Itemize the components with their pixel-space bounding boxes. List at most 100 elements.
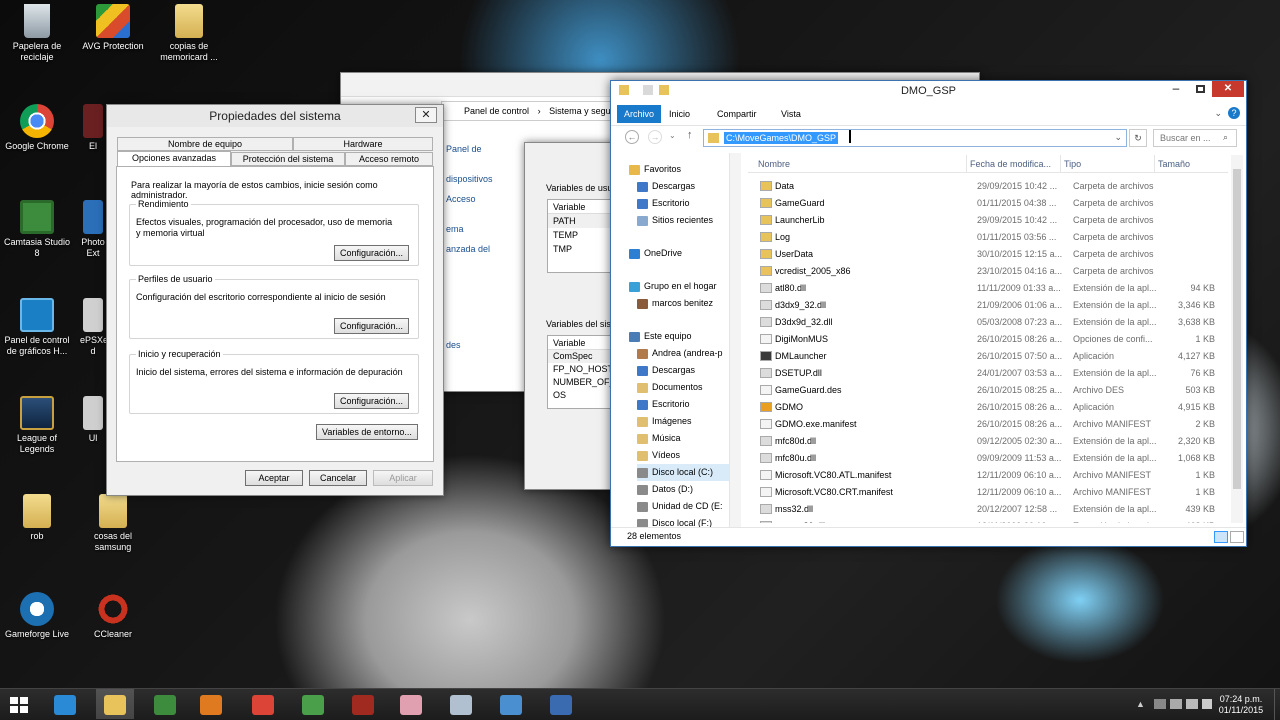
file-row[interactable]: atl80.dll 11/11/2009 01:33 a... Extensión …: [758, 280, 1228, 297]
details-view-icon[interactable]: [1214, 531, 1228, 543]
side-link[interactable]: dispositivos: [446, 169, 493, 189]
desktop-icon-intel[interactable]: Panel de control de gráficos H...: [2, 298, 72, 357]
breadcrumb-item[interactable]: Sistema y segu: [549, 106, 611, 116]
nav-item[interactable]: Favoritos: [629, 161, 681, 178]
tiles-view-icon[interactable]: [1230, 531, 1244, 543]
dialog-titlebar[interactable]: Propiedades del sistema ✕: [107, 105, 443, 127]
recent-dropdown-icon[interactable]: ⌄: [669, 131, 676, 140]
taskbar-app-game2[interactable]: [392, 689, 430, 719]
close-button[interactable]: ✕: [415, 107, 437, 123]
refresh-icon[interactable]: ↻: [1129, 129, 1147, 147]
file-row[interactable]: msvcm80.dll 12/11/2009 06:10 a... Extensió…: [758, 518, 1228, 523]
desktop-icon-partial-1[interactable]: El: [80, 104, 106, 152]
desktop-icon-gameforge[interactable]: Gameforge Live: [2, 592, 72, 640]
file-row[interactable]: UserData 30/10/2015 12:15 a... Carpeta de …: [758, 246, 1228, 263]
side-link[interactable]: des: [446, 335, 493, 355]
file-row[interactable]: DSETUP.dll 24/01/2007 03:53 a... Extensión…: [758, 365, 1228, 382]
start-button[interactable]: [10, 697, 28, 713]
ok-button[interactable]: Aceptar: [245, 470, 303, 486]
file-row[interactable]: GameGuard.des 26/10/2015 08:25 a... Archiv…: [758, 382, 1228, 399]
file-row[interactable]: d3dx9_32.dll 21/09/2006 01:06 a... Extensi…: [758, 297, 1228, 314]
breadcrumb-item[interactable]: Panel de control: [464, 106, 529, 116]
desktop-icon-partial-4[interactable]: Ul: [80, 396, 106, 444]
apply-button[interactable]: Aplicar: [373, 470, 433, 486]
side-link[interactable]: ema: [446, 219, 493, 239]
desktop-icon-rob[interactable]: rob: [2, 494, 72, 542]
profiles-settings-button[interactable]: Configuración...: [334, 318, 409, 334]
desktop-icon-recycle-bin[interactable]: Papelera de reciclaje: [2, 4, 72, 63]
tab-inicio[interactable]: Inicio: [669, 105, 690, 123]
desktop-icon-avg[interactable]: AVG Protection: [78, 4, 148, 52]
file-row[interactable]: LauncherLib 29/09/2015 10:42 ... Carpeta d…: [758, 212, 1228, 229]
taskbar-app-window3[interactable]: [542, 689, 580, 719]
desktop-icon-chrome[interactable]: Google Chrome: [2, 104, 72, 152]
show-desktop-button[interactable]: [1274, 689, 1280, 720]
taskbar-app-camtasia2[interactable]: [294, 689, 332, 719]
desktop-icon-samsung[interactable]: cosas del samsung: [78, 494, 148, 553]
column-name[interactable]: Nombre: [758, 155, 790, 173]
file-row[interactable]: mfc80u.dll 09/09/2009 11:53 a... Extensión…: [758, 450, 1228, 467]
taskbar-app-ie[interactable]: [46, 689, 84, 719]
side-link[interactable]: Panel de: [446, 139, 493, 159]
tab-nombre-equipo[interactable]: Nombre de equipo: [117, 137, 293, 151]
file-row[interactable]: mss32.dll 20/12/2007 12:58 ... Extensión d…: [758, 501, 1228, 518]
explorer-titlebar[interactable]: DMO_GSP – ✕: [611, 81, 1246, 101]
taskbar-app-window2[interactable]: [492, 689, 530, 719]
desktop-icon-camtasia[interactable]: Camtasia Studio 8: [2, 200, 72, 259]
tab-archivo[interactable]: Archivo: [617, 105, 661, 123]
address-path[interactable]: C:\MoveGames\DMO_GSP: [724, 132, 839, 144]
address-bar[interactable]: C:\MoveGames\DMO_GSP ⌄: [703, 129, 1127, 147]
side-link[interactable]: anzada del: [446, 239, 493, 259]
desktop-icon-partial-2[interactable]: Photo Ext: [80, 200, 106, 259]
file-row[interactable]: GDMO 26/10/2015 08:26 a... Aplicación 4,915…: [758, 399, 1228, 416]
file-row[interactable]: Data 29/09/2015 10:42 ... Carpeta de archi…: [758, 178, 1228, 195]
file-row[interactable]: vcredist_2005_x86 23/10/2015 04:16 a... Ca…: [758, 263, 1228, 280]
taskbar-app-camtasia[interactable]: [146, 689, 184, 719]
taskbar-app-explorer[interactable]: [96, 689, 134, 719]
desktop-icon-league[interactable]: League of Legends: [2, 396, 72, 455]
help-icon[interactable]: ?: [1228, 107, 1240, 119]
side-link[interactable]: Acceso: [446, 189, 493, 209]
close-button[interactable]: ✕: [1212, 81, 1244, 97]
file-row[interactable]: Log 01/11/2015 03:56 ... Carpeta de archiv…: [758, 229, 1228, 246]
chevron-down-icon[interactable]: ⌄: [1114, 132, 1122, 143]
file-row[interactable]: D3dx9d_32.dll 05/03/2008 07:23 a... Extens…: [758, 314, 1228, 331]
column-type[interactable]: Tipo: [1060, 155, 1081, 173]
taskbar-app-window1[interactable]: [442, 689, 480, 719]
show-hidden-icons-icon[interactable]: ▲: [1136, 699, 1145, 709]
file-row[interactable]: Microsoft.VC80.CRT.manifest 12/11/2009 06…: [758, 484, 1228, 501]
tab-acceso-remoto[interactable]: Acceso remoto: [345, 152, 433, 166]
file-row[interactable]: GDMO.exe.manifest 26/10/2015 08:26 a... Ar…: [758, 416, 1228, 433]
startup-settings-button[interactable]: Configuración...: [334, 393, 409, 409]
up-arrow-icon[interactable]: ↑: [687, 129, 693, 141]
file-row[interactable]: DMLauncher 26/10/2015 07:50 a... Aplicació…: [758, 348, 1228, 365]
minimize-button[interactable]: –: [1164, 81, 1188, 97]
chevron-down-icon[interactable]: ⌄: [1214, 108, 1222, 119]
tab-compartir[interactable]: Compartir: [717, 105, 757, 123]
file-row[interactable]: Microsoft.VC80.ATL.manifest 12/11/2009 06…: [758, 467, 1228, 484]
environment-variables-button[interactable]: Variables de entorno...: [316, 424, 418, 440]
file-row[interactable]: DigiMonMUS 26/10/2015 08:26 a... Opciones …: [758, 331, 1228, 348]
scrollbar-thumb[interactable]: [1233, 169, 1241, 489]
desktop-icon-ccleaner[interactable]: CCleaner: [78, 592, 148, 640]
cancel-button[interactable]: Cancelar: [309, 470, 367, 486]
column-size[interactable]: Tamaño: [1154, 155, 1190, 173]
file-scrollbar[interactable]: [1231, 155, 1243, 523]
back-button[interactable]: ←: [625, 130, 639, 144]
tab-proteccion-sistema[interactable]: Protección del sistema: [231, 152, 345, 166]
taskbar-app-media[interactable]: [192, 689, 230, 719]
taskbar-app-game1[interactable]: [344, 689, 382, 719]
tab-vista[interactable]: Vista: [781, 105, 801, 123]
maximize-button[interactable]: [1188, 81, 1212, 97]
action-center-icon[interactable]: [1170, 699, 1182, 709]
tab-hardware[interactable]: Hardware: [293, 137, 433, 151]
column-date[interactable]: Fecha de modifica...: [966, 155, 1051, 173]
performance-settings-button[interactable]: Configuración...: [334, 245, 409, 261]
forward-button[interactable]: →: [648, 130, 662, 144]
desktop-icon-partial-3[interactable]: ePSXe d: [80, 298, 108, 357]
tray-icon[interactable]: [1154, 699, 1166, 709]
desktop-icon-copias[interactable]: copias de memoricard ...: [154, 4, 224, 63]
taskbar-app-chrome[interactable]: [244, 689, 282, 719]
file-row[interactable]: mfc80d.dll 09/12/2005 02:30 a... Extensión…: [758, 433, 1228, 450]
network-icon[interactable]: [1186, 699, 1198, 709]
